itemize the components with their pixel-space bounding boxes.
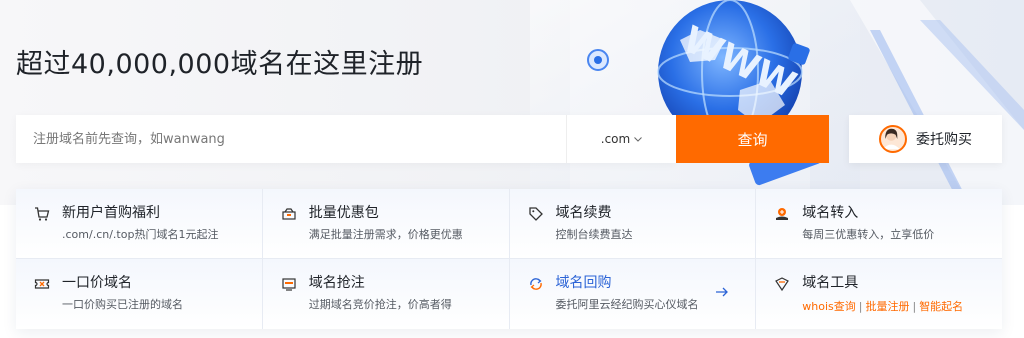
card-title: 域名工具 <box>802 275 859 291</box>
tool-icon <box>774 276 790 292</box>
search-button[interactable]: 查询 <box>676 115 829 163</box>
card-desc: 每周三优惠转入，立享低价 <box>802 228 935 241</box>
service-grid: 新用户首购福利 .com/.cn/.top热门域名1元起注 批量优惠包 满足批量… <box>16 189 1002 329</box>
bulk-register-link[interactable]: 批量注册 <box>865 300 909 313</box>
card-desc: 满足批量注册需求，价格更优惠 <box>308 228 463 241</box>
card-desc: 一口价购买已注册的域名 <box>62 298 183 311</box>
ticket-icon <box>34 276 50 292</box>
card-fixed-price-domain[interactable]: 一口价域名 一口价购买已注册的域名 <box>16 259 262 329</box>
chevron-down-icon <box>634 136 643 142</box>
card-domain-renewal[interactable]: 域名续费 控制台续费直达 <box>509 189 756 258</box>
card-title: 批量优惠包 <box>308 205 379 221</box>
page-title: 超过40,000,000域名在这里注册 <box>16 49 424 80</box>
cart-icon <box>34 206 50 222</box>
card-new-user-benefit[interactable]: 新用户首购福利 .com/.cn/.top热门域名1元起注 <box>16 189 262 258</box>
entrust-label: 委托购买 <box>916 132 972 148</box>
card-title: 域名转入 <box>802 205 859 221</box>
domain-suffix-select[interactable]: .com <box>566 115 676 163</box>
card-title: 新用户首购福利 <box>62 205 160 221</box>
tag-icon <box>528 206 544 222</box>
card-desc: .com/.cn/.top热门域名1元起注 <box>62 228 219 241</box>
buyback-icon <box>528 276 544 292</box>
card-title: 一口价域名 <box>62 275 132 291</box>
card-title: 域名续费 <box>555 205 612 221</box>
card-desc: 委托阿里云经纪购买心仪域名 <box>555 298 699 311</box>
whois-link[interactable]: whois查询 <box>802 300 856 313</box>
separator: | <box>912 300 917 313</box>
card-domain-buyback[interactable]: 域名回购 委托阿里云经纪购买心仪域名 <box>509 259 756 329</box>
transfer-icon <box>774 206 790 222</box>
domain-search-bar: .com <box>16 115 676 163</box>
www-globe-illustration: WWW <box>530 0 1024 205</box>
card-domain-tools[interactable]: 域名工具 whois查询 | 批量注册 | 智能起名 <box>756 259 1002 329</box>
separator: | <box>858 300 863 313</box>
card-desc: 控制台续费直达 <box>555 228 633 241</box>
card-desc: 过期域名竞价抢注，价高者得 <box>308 298 452 311</box>
entrust-purchase-button[interactable]: 委托购买 <box>849 115 1002 163</box>
card-title: 域名抢注 <box>308 275 365 291</box>
avatar <box>879 125 907 153</box>
tool-links: whois查询 | 批量注册 | 智能起名 <box>802 298 1002 314</box>
bid-icon <box>281 276 297 292</box>
card-bulk-package[interactable]: 批量优惠包 满足批量注册需求，价格更优惠 <box>262 189 509 258</box>
card-domain-transfer[interactable]: 域名转入 每周三优惠转入，立享低价 <box>756 189 1002 258</box>
card-domain-bidding[interactable]: 域名抢注 过期域名竞价抢注，价高者得 <box>262 259 509 329</box>
arrow-right-icon <box>716 287 729 297</box>
package-icon <box>281 206 297 222</box>
smart-naming-link[interactable]: 智能起名 <box>919 300 963 313</box>
domain-search-input[interactable] <box>16 115 566 163</box>
hero-banner: WWW <box>0 0 1024 205</box>
domain-suffix-value: .com <box>600 132 631 146</box>
